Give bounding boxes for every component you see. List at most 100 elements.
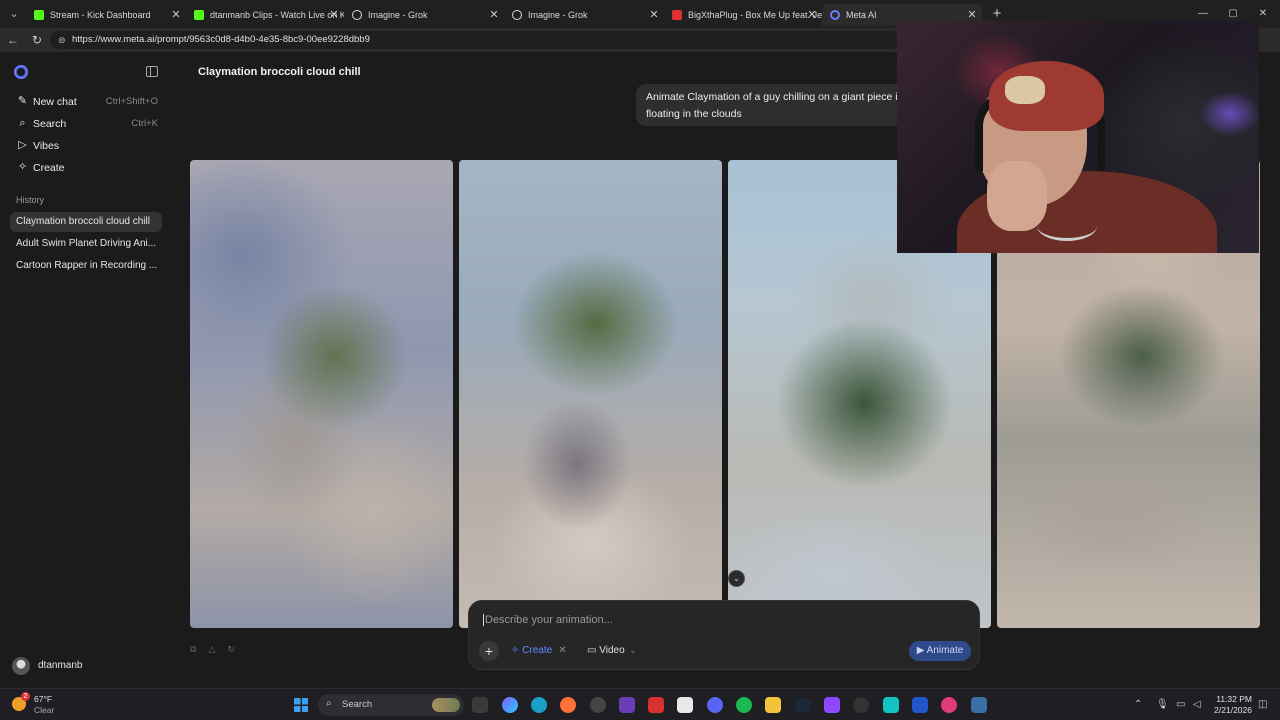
spotify-icon[interactable] (736, 697, 752, 713)
sidebar-item-label: Search (33, 118, 67, 130)
video-mode-dropdown[interactable]: ▭ Video ⌄ (587, 643, 636, 659)
remove-chip-icon[interactable]: ✕ (558, 645, 566, 656)
file-explorer-icon[interactable] (765, 697, 781, 713)
copy-icon[interactable]: ⧉ (190, 644, 208, 654)
notifications-icon[interactable]: ◫ (1258, 699, 1267, 711)
webcam-person-chain (1037, 211, 1097, 241)
url-field[interactable]: ⊜ https://www.meta.ai/prompt/9563c0d8-d4… (50, 31, 900, 49)
close-icon[interactable]: ✕ (328, 4, 340, 26)
app-icon[interactable] (971, 697, 987, 713)
vibes-icon: ▷ (18, 139, 27, 151)
tab-dtanmanb-clips[interactable]: dtanmanb Clips - Watch Live on K ✕ (186, 4, 344, 26)
animate-button-label: Animate (926, 645, 964, 656)
create-mode-chip[interactable]: ✧ Create ✕ (511, 643, 567, 659)
close-icon[interactable]: ✕ (170, 4, 182, 26)
tab-youtube-song[interactable]: BigXthaPlug - Box Me Up feat. Jell ✕ (664, 4, 822, 26)
animate-button[interactable]: ▶ Animate (909, 641, 971, 661)
steam-icon[interactable] (795, 697, 811, 713)
thumbs-up-icon[interactable]: △ (208, 644, 227, 654)
close-icon[interactable]: ✕ (806, 4, 818, 26)
sidebar-item-search[interactable]: ⌕ Search Ctrl+K (10, 114, 162, 134)
obs-icon[interactable] (853, 697, 869, 713)
generated-image-2[interactable] (459, 160, 722, 628)
new-chat-icon: ✎ (17, 95, 28, 107)
search-icon: ⌕ (326, 698, 332, 709)
clock-date[interactable]: 2/21/2026 (1212, 705, 1252, 715)
app-icon[interactable] (824, 697, 840, 713)
meta-ai-icon (830, 10, 840, 20)
grok-icon (352, 10, 362, 20)
collapse-sidebar-icon[interactable] (146, 66, 158, 77)
animation-prompt-input[interactable]: Describe your animation... (483, 611, 963, 629)
fx-icon[interactable] (912, 697, 928, 713)
close-icon[interactable]: ✕ (488, 4, 500, 26)
shortcut-hint: Ctrl+Shift+O (105, 96, 158, 107)
user-prompt-bubble: Animate Claymation of a guy chilling on … (636, 84, 926, 126)
prompt-composer: Describe your animation... + ✧ Create ✕ ▭… (468, 600, 980, 670)
sidebar-item-label: New chat (33, 96, 77, 108)
map-pin-icon[interactable] (941, 697, 957, 713)
tab-imagine-grok-2[interactable]: Imagine - Grok ✕ (504, 4, 664, 26)
firefox-icon[interactable] (560, 697, 576, 713)
tab-label: Meta AI (846, 10, 877, 20)
tab-kick-dashboard[interactable]: Stream - Kick Dashboard ✕ (26, 4, 186, 26)
text-caret (483, 614, 484, 627)
sidebar-item-new-chat[interactable]: ✎ New chat Ctrl+Shift+O (10, 92, 162, 112)
play-icon: ▶ (916, 645, 927, 656)
tab-label: dtanmanb Clips - Watch Live on K (210, 10, 344, 20)
add-attachment-button[interactable]: + (479, 641, 499, 661)
history-item[interactable]: Adult Swim Planet Driving Ani... (10, 234, 162, 254)
edge-icon[interactable] (531, 697, 547, 713)
meta-ai-logo-icon[interactable] (14, 65, 28, 79)
app-icon[interactable] (883, 697, 899, 713)
youtube-icon (672, 10, 682, 20)
sidebar-item-label: Vibes (33, 140, 60, 152)
sidebar-item-create[interactable]: ✧ Create (10, 158, 162, 178)
history-heading: History (16, 195, 45, 205)
refresh-icon[interactable]: ↻ (227, 644, 247, 654)
chevron-down-icon: ⌄ (629, 646, 637, 655)
tab-label: Imagine - Grok (368, 10, 428, 20)
page-title: Claymation broccoli cloud chill (198, 66, 361, 78)
music-icon[interactable] (677, 697, 693, 713)
tab-list-menu-icon[interactable]: ⌄ (4, 4, 24, 24)
kick-icon (194, 10, 204, 20)
taskbar-search[interactable]: ⌕ Search (318, 694, 464, 716)
weather-temperature[interactable]: 67°F (34, 694, 52, 704)
speaker-icon[interactable]: ◁ (1193, 699, 1201, 711)
sidebar: ✎ New chat Ctrl+Shift+O ⌕ Search Ctrl+K … (0, 52, 172, 688)
app-icon[interactable] (648, 697, 664, 713)
user-name: dtanmanb (38, 660, 83, 671)
history-item[interactable]: Claymation broccoli cloud chill (10, 212, 162, 232)
network-icon[interactable]: ▭ (1176, 699, 1185, 711)
kick-icon (34, 10, 44, 20)
weather-condition: Clear (34, 705, 55, 715)
app-icon[interactable] (590, 697, 606, 713)
copilot-icon[interactable] (502, 697, 518, 713)
site-info-icon[interactable]: ⊜ (58, 34, 70, 46)
task-view-icon[interactable] (472, 697, 488, 713)
close-icon[interactable]: ✕ (648, 4, 660, 26)
create-chip-label: Create (522, 645, 553, 656)
search-icon: ⌕ (19, 117, 26, 129)
reload-icon[interactable]: ↻ (28, 31, 46, 49)
back-icon[interactable]: ← (4, 31, 22, 49)
app-icon[interactable] (619, 697, 635, 713)
microphone-icon[interactable]: 🎙 (1156, 699, 1169, 711)
url-text: https://www.meta.ai/prompt/9563c0d8-d4b0… (72, 34, 370, 45)
windows-taskbar: 2 67°F Clear ⌕ Search ⌃ 🎙 ▭ ◁ 11:32 PM 2 (0, 688, 1280, 720)
history-item[interactable]: Cartoon Rapper in Recording ... (10, 256, 162, 276)
chevron-up-icon[interactable]: ⌃ (1134, 699, 1142, 711)
sidebar-item-vibes[interactable]: ▷ Vibes (10, 136, 162, 156)
cap-patch (1005, 76, 1045, 104)
discord-icon[interactable] (707, 697, 723, 713)
taskbar-search-label: Search (342, 699, 373, 710)
tab-imagine-grok-1[interactable]: Imagine - Grok ✕ (344, 4, 504, 26)
scroll-down-icon[interactable]: ⌄ (728, 570, 745, 587)
generated-image-1[interactable] (190, 160, 453, 628)
video-camera-icon: ▭ (587, 645, 600, 656)
clock-time[interactable]: 11:32 PM (1212, 694, 1252, 704)
windows-start-icon[interactable] (294, 698, 308, 712)
webcam-overlay (897, 21, 1259, 253)
avatar (12, 657, 30, 675)
